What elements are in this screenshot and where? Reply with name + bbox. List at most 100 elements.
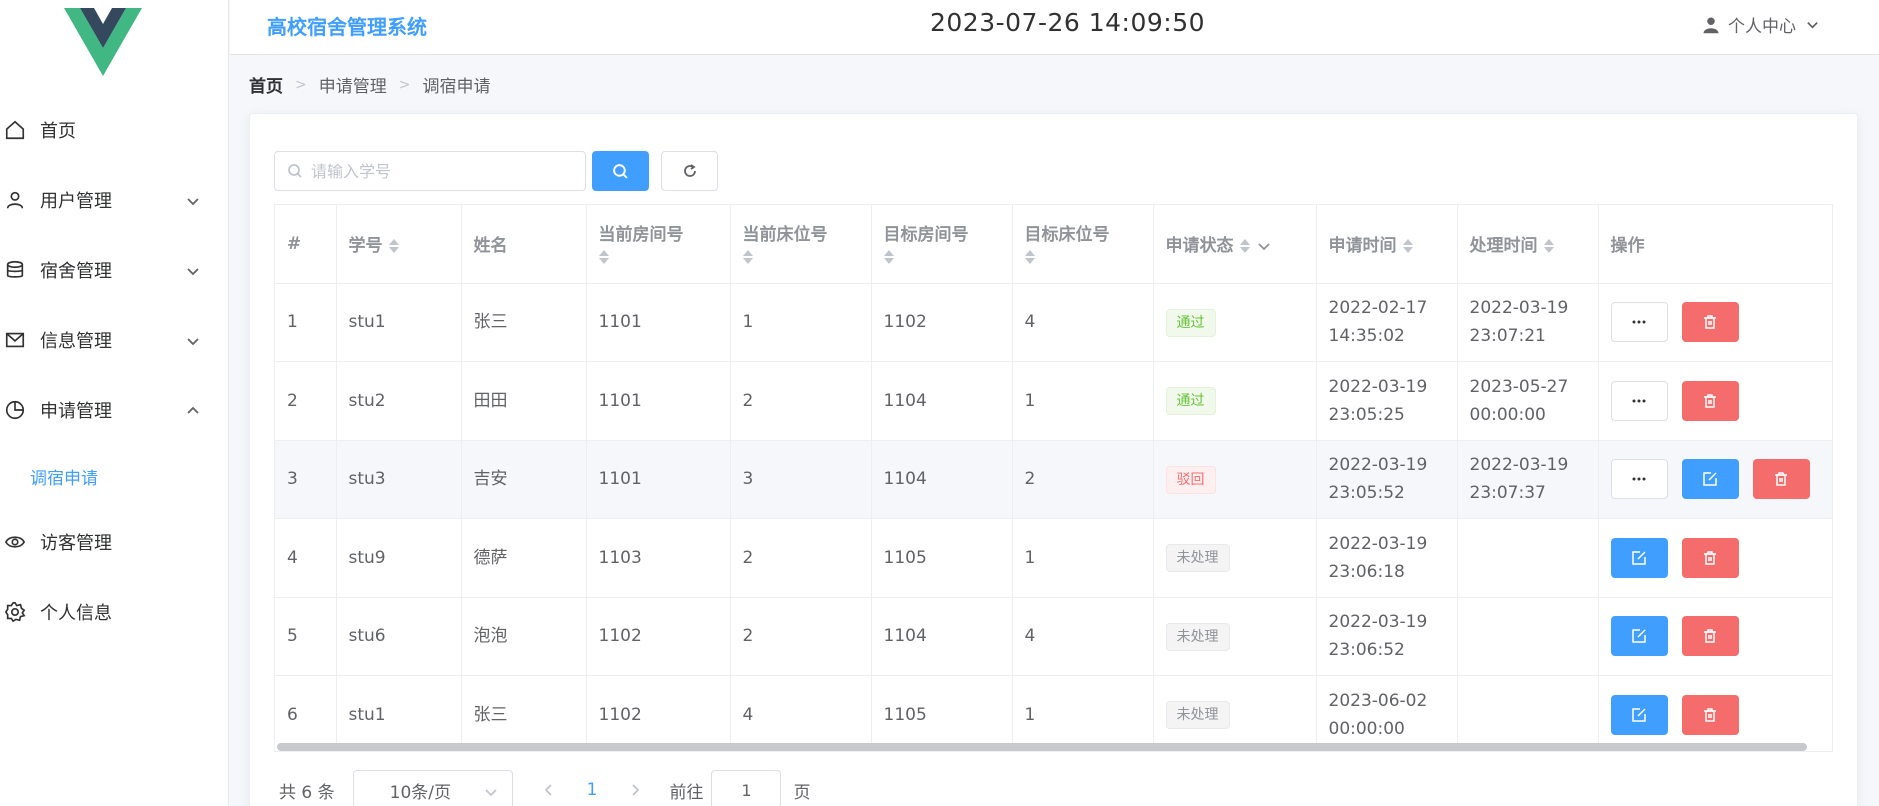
refresh-icon xyxy=(683,164,696,177)
cell-student-id: stu9 xyxy=(336,518,462,598)
cell-status: 驳回 xyxy=(1153,440,1317,519)
cell-tgt-room: 1104 xyxy=(871,440,1013,519)
gear-icon xyxy=(4,601,26,623)
user-menu-label: 个人中心 xyxy=(1728,17,1796,37)
column-header-label: 当前床位号 xyxy=(742,224,828,245)
edit-icon xyxy=(1632,708,1646,722)
column-header: 姓名 xyxy=(461,205,587,284)
status-badge: 通过 xyxy=(1165,308,1216,337)
reset-button[interactable] xyxy=(661,151,718,191)
sidebar-item-label: 访客管理 xyxy=(40,533,112,554)
cell-apply-time: 2022-03-19 23:06:18 xyxy=(1316,518,1458,598)
table-row: 5 stu6 泡泡 1102 2 1104 4 未处理 2022-03-19 2… xyxy=(275,597,1832,676)
delete-button[interactable] xyxy=(1681,537,1739,578)
cell-status: 通过 xyxy=(1153,361,1317,441)
sidebar-item-dorms[interactable]: 宿舍管理 xyxy=(0,250,228,290)
column-header-tgt-room[interactable]: 目标房间号 xyxy=(871,205,1013,284)
sort-icon[interactable] xyxy=(883,249,1000,264)
sidebar-item-applications[interactable]: 申请管理 xyxy=(0,390,228,430)
prev-page-icon[interactable] xyxy=(543,784,555,796)
column-header-label: 目标房间号 xyxy=(883,224,969,245)
edit-button[interactable] xyxy=(1610,537,1668,578)
goto-label: 前往 xyxy=(669,782,704,803)
column-header-status[interactable]: 申请状态 xyxy=(1153,205,1317,284)
cell-name: 张三 xyxy=(461,675,587,751)
cell-index: 5 xyxy=(275,597,337,676)
filter-chevron-icon[interactable] xyxy=(1257,240,1270,252)
sort-icon[interactable] xyxy=(1402,239,1413,254)
column-header-label: 申请时间 xyxy=(1328,236,1397,257)
more-button[interactable] xyxy=(1610,380,1668,421)
sort-icon[interactable] xyxy=(1239,239,1250,254)
sort-icon[interactable] xyxy=(1024,249,1141,264)
column-header-apply-time[interactable]: 申请时间 xyxy=(1316,205,1458,284)
cell-cur-bed: 2 xyxy=(730,597,872,676)
sidebar-subitem-dorm-transfer[interactable]: 调宿申请 xyxy=(0,456,228,496)
more-button[interactable] xyxy=(1610,302,1668,343)
more-button[interactable] xyxy=(1610,459,1668,500)
delete-button[interactable] xyxy=(1681,616,1739,657)
cell-actions xyxy=(1598,597,1832,676)
pie-chart-icon xyxy=(4,399,26,421)
applications-table: # 学号 姓名 当前房间号 当前床位号 目标房间号 目标床位号 申请状态 申请时… xyxy=(274,204,1833,752)
chevron-down-icon xyxy=(186,332,200,346)
sidebar-item-visitors[interactable]: 访客管理 xyxy=(0,522,228,562)
cell-handle-time xyxy=(1457,597,1599,676)
user-icon xyxy=(4,189,26,211)
horizontal-scrollbar[interactable] xyxy=(277,743,1807,751)
sort-icon[interactable] xyxy=(742,249,859,264)
page-number[interactable]: 1 xyxy=(587,780,598,800)
goto-page-input[interactable] xyxy=(711,770,782,806)
breadcrumb-home[interactable]: 首页 xyxy=(249,72,283,97)
cell-cur-room: 1102 xyxy=(586,597,731,676)
delete-button[interactable] xyxy=(1752,459,1810,500)
status-badge: 未处理 xyxy=(1165,701,1230,730)
delete-button[interactable] xyxy=(1681,302,1739,343)
cell-tgt-bed: 1 xyxy=(1012,675,1154,751)
edit-icon xyxy=(1703,472,1717,486)
user-menu[interactable]: 个人中心 xyxy=(1702,12,1819,37)
goto-suffix: 页 xyxy=(793,782,811,803)
delete-button[interactable] xyxy=(1681,380,1739,421)
sort-icon[interactable] xyxy=(1543,239,1554,254)
sidebar-item-home[interactable]: 首页 xyxy=(0,110,228,150)
cell-student-id: stu6 xyxy=(336,597,462,676)
column-header-student-id[interactable]: 学号 xyxy=(336,205,462,284)
column-header-handle-time[interactable]: 处理时间 xyxy=(1457,205,1599,284)
cell-handle-time: 2022-03-19 23:07:37 xyxy=(1457,440,1599,519)
sidebar-item-profile[interactable]: 个人信息 xyxy=(0,592,228,632)
cell-student-id: stu1 xyxy=(336,283,462,362)
search-field[interactable] xyxy=(274,151,586,191)
cell-handle-time: 2023-05-27 00:00:00 xyxy=(1457,361,1599,441)
search-button[interactable] xyxy=(592,151,649,191)
column-header-tgt-bed[interactable]: 目标床位号 xyxy=(1012,205,1154,284)
status-badge: 通过 xyxy=(1165,387,1216,416)
sort-icon[interactable] xyxy=(388,239,399,254)
sidebar-item-info[interactable]: 信息管理 xyxy=(0,320,228,360)
cell-handle-time xyxy=(1457,675,1599,751)
cell-cur-bed: 4 xyxy=(730,675,872,751)
page-size-select[interactable]: 10条/页 xyxy=(352,770,513,806)
delete-button[interactable] xyxy=(1681,694,1739,735)
cell-index: 4 xyxy=(275,518,337,598)
cell-apply-time: 2022-03-19 23:05:25 xyxy=(1316,361,1458,441)
column-header-label: 当前房间号 xyxy=(598,224,684,245)
edit-button[interactable] xyxy=(1610,694,1668,735)
cell-name: 田田 xyxy=(461,361,587,441)
column-header-cur-room[interactable]: 当前房间号 xyxy=(586,205,731,284)
sidebar-item-users[interactable]: 用户管理 xyxy=(0,180,228,220)
status-badge: 驳回 xyxy=(1165,465,1216,494)
column-header-cur-bed[interactable]: 当前床位号 xyxy=(730,205,872,284)
cell-cur-room: 1101 xyxy=(586,283,731,362)
sort-icon[interactable] xyxy=(598,249,718,264)
search-input[interactable] xyxy=(311,161,571,181)
edit-icon xyxy=(1632,629,1646,643)
vue-logo-icon xyxy=(64,8,142,76)
cell-cur-room: 1103 xyxy=(586,518,731,598)
database-icon xyxy=(4,259,26,281)
next-page-icon[interactable] xyxy=(629,784,641,796)
cell-index: 1 xyxy=(275,283,337,362)
edit-button[interactable] xyxy=(1681,459,1739,500)
sidebar-item-label: 用户管理 xyxy=(40,191,112,212)
edit-button[interactable] xyxy=(1610,616,1668,657)
